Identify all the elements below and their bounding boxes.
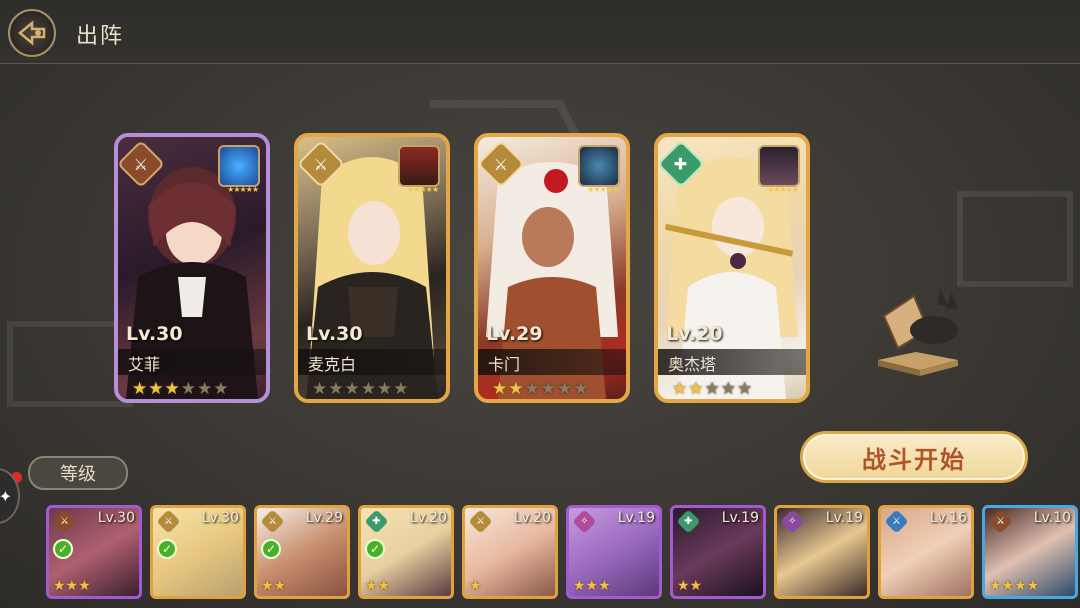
roster-card[interactable]: ⚔ Lv.10 ★★★★ [982,505,1078,599]
hero-name: 麦克白 [308,355,357,374]
roster-stars: ★★★★ [989,578,1040,594]
roster-card[interactable]: ⚔ Lv.30 ✓ ★★★ [46,505,142,599]
hero-stars: ★★★★★★ [312,379,410,399]
support-type-icon: ✚ [364,509,389,534]
equipment-icon [578,145,620,187]
roster-level: Lv.19 [825,510,863,526]
magic-type-icon: ✧ [780,509,805,534]
selected-check-icon: ✓ [365,539,385,559]
team-card-1[interactable]: ⚔ ★★★★★ Lv.30 艾菲 ★★★★★★ [114,133,270,403]
roster-card[interactable]: ✚ Lv.20 ✓ ★★ [358,505,454,599]
attack-type-icon: ⚔ [260,509,285,534]
sparkle-icon: ✦ [0,486,12,506]
selected-check-icon: ✓ [53,539,73,559]
equipment-stars: ★★★★★ [587,185,619,194]
roster-card[interactable]: ✧ Lv.19 [774,505,870,599]
hero-name: 艾菲 [128,355,161,374]
roster-stars: ★★ [365,578,391,594]
hero-stars: ★★★★★★ [492,379,590,399]
roster-stars: ★★ [677,578,703,594]
empty-team-slot[interactable] [868,282,964,382]
roster-stars: ★★ [261,578,287,594]
sort-level-label: 等级 [60,464,96,485]
attack-type-icon: ⚔ [988,509,1013,534]
equipment-icon [218,145,260,187]
equipment-icon [758,145,800,187]
hero-stars: ★★★★★★ [132,379,230,399]
roster-level: Lv.16 [929,510,967,526]
equipment-stars: ★★★★★ [767,185,799,194]
hero-level: Lv.30 [126,323,183,345]
selected-check-icon: ✓ [261,539,281,559]
roster-level: Lv.19 [721,510,759,526]
page-title: 出阵 [76,24,125,49]
team-card-2[interactable]: ⚔ ★★★★★ Lv.30 麦克白 ★★★★★★ [294,133,450,403]
hero-level: Lv.29 [486,323,543,345]
hero-level: Lv.30 [306,323,363,345]
start-battle-label: 战斗开始 [862,445,966,474]
top-bar: 出阵 [0,0,1080,64]
hero-roster: ⚔ Lv.30 ✓ ★★★ ⚔ Lv.30 ✓ ⚔ Lv.29 ✓ ★★ ✚ L… [46,505,1080,608]
hero-level: Lv.20 [666,323,723,345]
roster-card[interactable]: ⚔ Lv.30 ✓ [150,505,246,599]
hero-stars: ★★★★★ [672,379,754,399]
roster-stars: ★★★ [53,578,91,594]
hero-name: 奥杰塔 [668,355,717,374]
roster-card[interactable]: ⚔ Lv.20 ★ [462,505,558,599]
attack-type-icon: ⚔ [156,509,181,534]
equipment-stars: ★★★★★ [407,185,439,194]
roster-level: Lv.19 [617,510,655,526]
roster-level: Lv.29 [305,510,343,526]
roster-card[interactable]: ⚔ Lv.16 [878,505,974,599]
heal-type-icon: ✚ [676,509,701,534]
roster-stars: ★ [469,578,482,594]
sort-level-button[interactable]: 等级 [28,456,128,490]
roster-level: Lv.30 [97,510,135,526]
roster-card[interactable]: ✧ Lv.19 ★★★ [566,505,662,599]
roster-card[interactable]: ⚔ Lv.29 ✓ ★★ [254,505,350,599]
roster-level: Lv.10 [1033,510,1071,526]
team-card-4[interactable]: ✚ ★★★★★ Lv.20 奥杰塔 ★★★★★ [654,133,810,403]
selected-check-icon: ✓ [157,539,177,559]
roster-level: Lv.30 [201,510,239,526]
back-arrow-icon [18,20,46,46]
roster-card[interactable]: ✚ Lv.19 ★★ [670,505,766,599]
roster-level: Lv.20 [409,510,447,526]
roster-level: Lv.20 [513,510,551,526]
magic-type-icon: ✧ [572,509,597,534]
start-battle-button[interactable]: 战斗开始 [800,431,1028,483]
attack-type-icon: ⚔ [52,509,77,534]
equipment-stars: ★★★★★ [227,185,259,194]
roster-stars: ★★★ [573,578,611,594]
equipment-icon [398,145,440,187]
hero-name: 卡门 [488,355,521,374]
blue-type-icon: ⚔ [884,509,909,534]
team-card-3[interactable]: ⚔ ★★★★★ Lv.29 卡门 ★★★★★★ [474,133,630,403]
attack-type-icon: ⚔ [468,509,493,534]
back-button[interactable] [8,9,56,57]
